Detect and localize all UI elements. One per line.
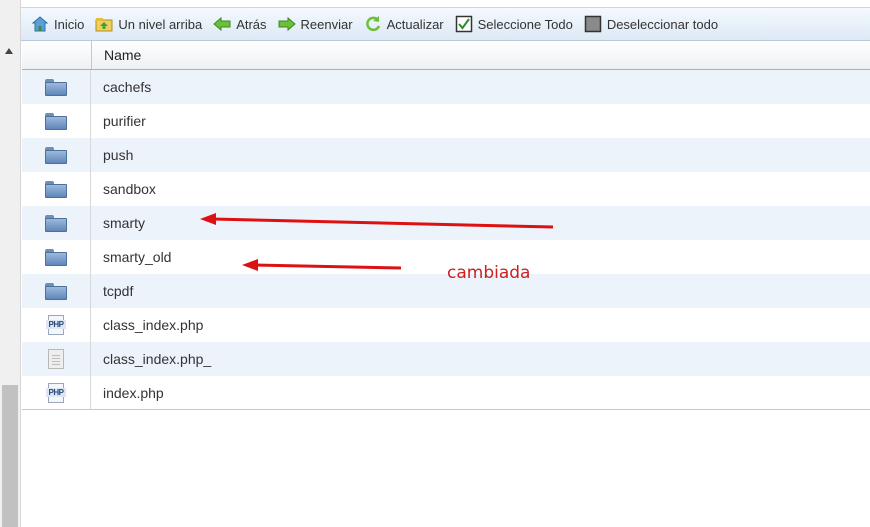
folder-icon bbox=[45, 78, 67, 96]
table-row[interactable]: smarty bbox=[22, 206, 870, 240]
refresh-button[interactable]: Actualizar bbox=[364, 15, 444, 33]
home-button[interactable]: Inicio bbox=[31, 15, 84, 33]
deselect-all-button[interactable]: Deseleccionar todo bbox=[584, 15, 718, 33]
file-name[interactable]: class_index.php_ bbox=[91, 351, 211, 367]
checkbox-checked-icon bbox=[455, 15, 473, 33]
folder-icon bbox=[45, 112, 67, 130]
forward-label: Reenviar bbox=[300, 16, 353, 32]
icon-column-header bbox=[22, 41, 92, 69]
table-row[interactable]: sandbox bbox=[22, 172, 870, 206]
file-name[interactable]: smarty_old bbox=[91, 249, 171, 265]
folder-icon bbox=[45, 248, 67, 266]
table-row[interactable]: PHP index.php bbox=[22, 376, 870, 410]
home-label: Inicio bbox=[54, 16, 85, 32]
folder-icon bbox=[45, 146, 67, 164]
arrow-left-icon bbox=[213, 15, 231, 33]
deselect-all-label: Deseleccionar todo bbox=[606, 16, 719, 32]
generic-file-icon bbox=[48, 349, 64, 369]
scroll-up-arrow-icon[interactable] bbox=[5, 48, 13, 54]
table-row[interactable]: purifier bbox=[22, 104, 870, 138]
scrollbar-thumb[interactable] bbox=[2, 385, 18, 527]
arrow-right-icon bbox=[278, 15, 296, 33]
folder-icon bbox=[45, 214, 67, 232]
folder-icon bbox=[45, 180, 67, 198]
vertical-scrollbar[interactable] bbox=[0, 0, 21, 527]
folder-up-icon bbox=[95, 15, 113, 33]
refresh-icon bbox=[364, 15, 382, 33]
php-file-icon: PHP bbox=[46, 383, 66, 403]
file-name[interactable]: class_index.php bbox=[91, 317, 203, 333]
annotation-label: cambiada bbox=[447, 263, 531, 283]
table-header: Name bbox=[22, 41, 870, 70]
table-row[interactable]: smarty_old bbox=[22, 240, 870, 274]
file-name[interactable]: smarty bbox=[91, 215, 145, 231]
up-one-level-label: Un nivel arriba bbox=[118, 16, 203, 32]
refresh-label: Actualizar bbox=[386, 16, 444, 32]
file-name[interactable]: index.php bbox=[91, 385, 164, 401]
checkbox-empty-icon bbox=[584, 15, 602, 33]
file-list-table: Name cachefs purifier push sandbox smart… bbox=[22, 41, 870, 410]
php-file-icon: PHP bbox=[46, 315, 66, 335]
file-name[interactable]: push bbox=[91, 147, 133, 163]
file-manager-toolbar: Inicio Un nivel arriba Atrás Reenviar Ac… bbox=[21, 7, 870, 41]
select-all-label: Seleccione Todo bbox=[477, 16, 573, 32]
table-row[interactable]: PHP class_index.php bbox=[22, 308, 870, 342]
table-row[interactable]: tcpdf bbox=[22, 274, 870, 308]
table-row[interactable]: class_index.php_ bbox=[22, 342, 870, 376]
forward-button[interactable]: Reenviar bbox=[278, 15, 353, 33]
file-name[interactable]: cachefs bbox=[91, 79, 151, 95]
folder-icon bbox=[45, 282, 67, 300]
table-row[interactable]: push bbox=[22, 138, 870, 172]
file-name[interactable]: tcpdf bbox=[91, 283, 133, 299]
home-icon bbox=[31, 15, 49, 33]
table-row[interactable]: cachefs bbox=[22, 70, 870, 104]
select-all-button[interactable]: Seleccione Todo bbox=[455, 15, 573, 33]
name-column-header[interactable]: Name bbox=[92, 41, 141, 69]
file-name[interactable]: purifier bbox=[91, 113, 146, 129]
up-one-level-button[interactable]: Un nivel arriba bbox=[95, 15, 202, 33]
back-label: Atrás bbox=[236, 16, 267, 32]
back-button[interactable]: Atrás bbox=[213, 15, 267, 33]
file-name[interactable]: sandbox bbox=[91, 181, 156, 197]
